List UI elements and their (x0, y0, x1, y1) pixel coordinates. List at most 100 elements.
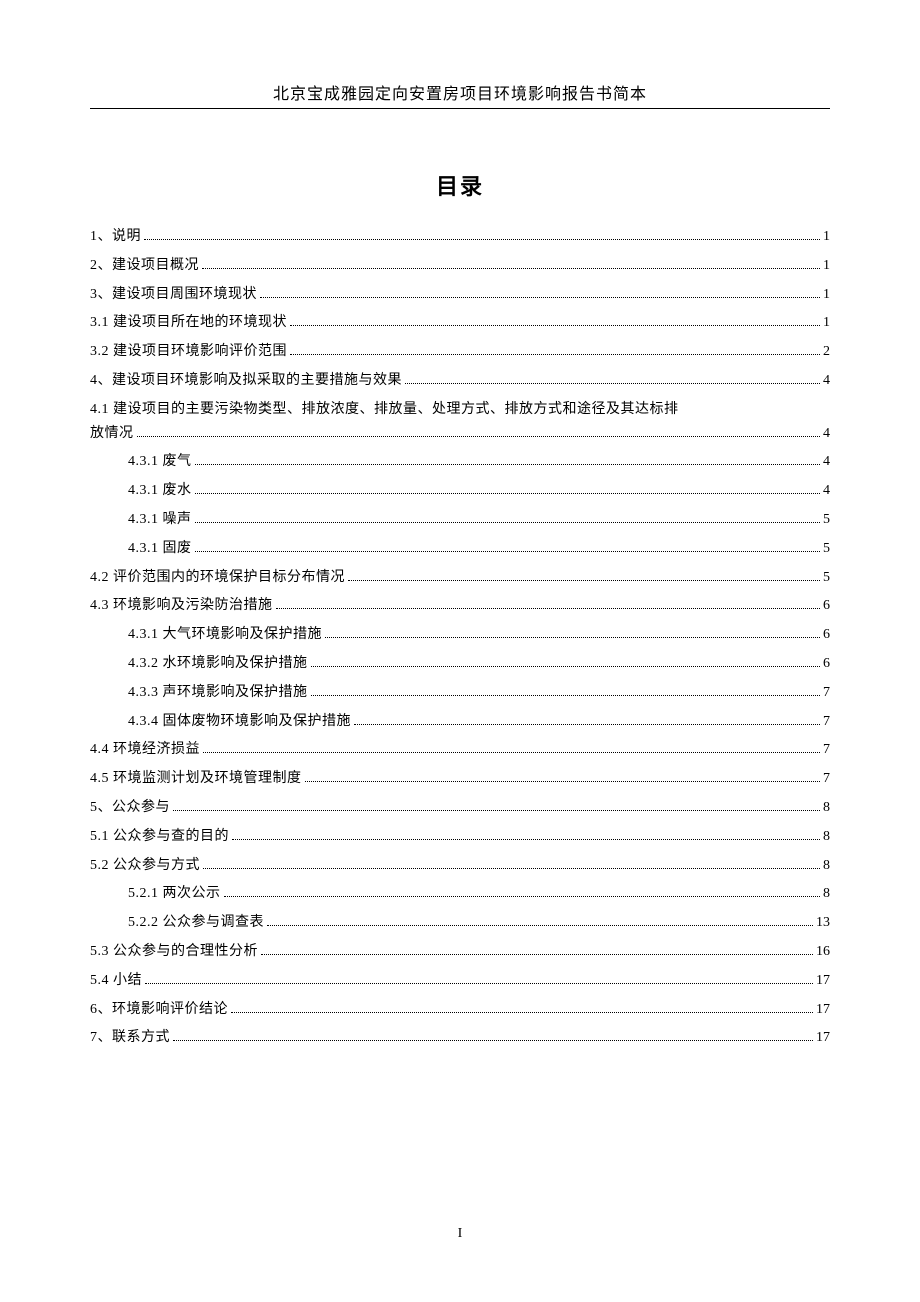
toc-entry: 4.5 环境监测计划及环境管理制度7 (90, 767, 830, 791)
toc-page-number: 1 (823, 254, 830, 278)
toc-entry: 4.3.1 废气4 (90, 450, 830, 474)
toc-label: 4.1 建设项目的主要污染物类型、排放浓度、排放量、处理方式、排放方式和途径及其… (90, 398, 830, 422)
toc-dots (203, 868, 820, 869)
toc-entry: 4.1 建设项目的主要污染物类型、排放浓度、排放量、处理方式、排放方式和途径及其… (90, 398, 830, 446)
toc-page-number: 4 (823, 422, 830, 446)
toc-label: 6、环境影响评价结论 (90, 998, 228, 1022)
document-header-title: 北京宝成雅园定向安置房项目环境影响报告书简本 (90, 80, 830, 104)
toc-entry: 3.2 建设项目环境影响评价范围 2 (90, 340, 830, 364)
toc-page-number: 17 (816, 998, 830, 1022)
toc-dots (290, 354, 820, 355)
toc-entry: 4.3.1 固废5 (90, 537, 830, 561)
toc-entry: 4、建设项目环境影响及拟采取的主要措施与效果 4 (90, 369, 830, 393)
toc-label: 5、公众参与 (90, 796, 170, 820)
toc-dots (260, 297, 820, 298)
toc-dots (405, 383, 820, 384)
toc-entry: 5、公众参与 8 (90, 796, 830, 820)
toc-page-number: 6 (823, 594, 830, 618)
toc-dots (144, 239, 820, 240)
toc-page-number: 8 (823, 796, 830, 820)
toc-page-number: 2 (823, 340, 830, 364)
toc-entry: 4.3.4 固体废物环境影响及保护措施 7 (90, 710, 830, 734)
toc-page-number: 6 (823, 623, 830, 647)
toc-page-number: 8 (823, 854, 830, 878)
toc-dots (232, 839, 820, 840)
toc-label: 4.3.1 废气 (128, 450, 192, 474)
toc-dots (231, 1012, 813, 1013)
toc-label: 4.3.1 废水 (128, 479, 192, 503)
toc-dots (203, 752, 820, 753)
toc-page-number: 8 (823, 882, 830, 906)
toc-page-number: 5 (823, 508, 830, 532)
toc-label: 4.4 环境经济损益 (90, 738, 200, 762)
toc-entry: 5.2.2 公众参与调查表 13 (90, 911, 830, 935)
toc-label: 5.2.2 公众参与调查表 (128, 911, 264, 935)
toc-page-number: 17 (816, 969, 830, 993)
toc-page-number: 8 (823, 825, 830, 849)
page-number: I (0, 1226, 920, 1242)
toc-entry: 1、说明 1 (90, 225, 830, 249)
toc-dots (305, 781, 821, 782)
toc-dots (195, 522, 821, 523)
toc-label: 5.1 公众参与查的目的 (90, 825, 229, 849)
toc-page-number: 1 (823, 311, 830, 335)
toc-entry: 3.1 建设项目所在地的环境现状 1 (90, 311, 830, 335)
toc-entry: 5.3 公众参与的合理性分析16 (90, 940, 830, 964)
toc-entry: 7、联系方式17 (90, 1026, 830, 1050)
toc-dots (290, 325, 820, 326)
toc-label: 4.3.3 声环境影响及保护措施 (128, 681, 308, 705)
toc-dots (195, 551, 821, 552)
toc-label: 3.1 建设项目所在地的环境现状 (90, 311, 287, 335)
toc-label: 5.3 公众参与的合理性分析 (90, 940, 258, 964)
toc-dots (311, 666, 821, 667)
toc-page-number: 5 (823, 566, 830, 590)
toc-entry: 6、环境影响评价结论 17 (90, 998, 830, 1022)
toc-list: 1、说明12、建设项目概况13、建设项目周围环境现状13.1 建设项目所在地的环… (90, 225, 830, 1050)
toc-page-number: 4 (823, 479, 830, 503)
toc-dots (348, 580, 820, 581)
toc-dots (173, 810, 820, 811)
toc-page-number: 1 (823, 225, 830, 249)
toc-entry: 5.1 公众参与查的目的 8 (90, 825, 830, 849)
toc-entry: 5.4 小结 17 (90, 969, 830, 993)
toc-dots (137, 436, 821, 437)
toc-entry: 4.3.1 大气环境影响及保护措施6 (90, 623, 830, 647)
toc-label: 3.2 建设项目环境影响评价范围 (90, 340, 287, 364)
toc-entry: 4.3.2 水环境影响及保护措施 6 (90, 652, 830, 676)
toc-page-number: 13 (816, 911, 830, 935)
toc-title: 目录 (90, 169, 830, 201)
toc-label: 4、建设项目环境影响及拟采取的主要措施与效果 (90, 369, 402, 393)
toc-dots (145, 983, 813, 984)
toc-page-number: 7 (823, 767, 830, 791)
toc-dots (224, 896, 821, 897)
toc-entry: 4.3 环境影响及污染防治措施6 (90, 594, 830, 618)
toc-dots (195, 464, 821, 465)
toc-entry: 5.2 公众参与方式 8 (90, 854, 830, 878)
toc-label: 4.3.4 固体废物环境影响及保护措施 (128, 710, 351, 734)
toc-label: 3、建设项目周围环境现状 (90, 283, 257, 307)
toc-dots (195, 493, 821, 494)
toc-entry: 4.3.1 废水 4 (90, 479, 830, 503)
toc-label: 放情况 (90, 422, 134, 446)
toc-entry: 4.3.1 噪声5 (90, 508, 830, 532)
toc-label: 4.3.2 水环境影响及保护措施 (128, 652, 308, 676)
toc-dots (325, 637, 820, 638)
toc-dots (202, 268, 820, 269)
toc-label: 7、联系方式 (90, 1026, 170, 1050)
toc-dots (354, 724, 820, 725)
toc-label: 4.2 评价范围内的环境保护目标分布情况 (90, 566, 345, 590)
toc-label: 5.2 公众参与方式 (90, 854, 200, 878)
toc-page-number: 6 (823, 652, 830, 676)
toc-dots (276, 608, 821, 609)
toc-label: 5.4 小结 (90, 969, 142, 993)
toc-page-number: 7 (823, 681, 830, 705)
toc-label: 1、说明 (90, 225, 141, 249)
toc-entry: 2、建设项目概况 1 (90, 254, 830, 278)
toc-page-number: 7 (823, 738, 830, 762)
toc-entry: 5.2.1 两次公示 8 (90, 882, 830, 906)
toc-dots (261, 954, 813, 955)
toc-label: 5.2.1 两次公示 (128, 882, 221, 906)
toc-label: 2、建设项目概况 (90, 254, 199, 278)
toc-page-number: 4 (823, 369, 830, 393)
toc-page-number: 7 (823, 710, 830, 734)
